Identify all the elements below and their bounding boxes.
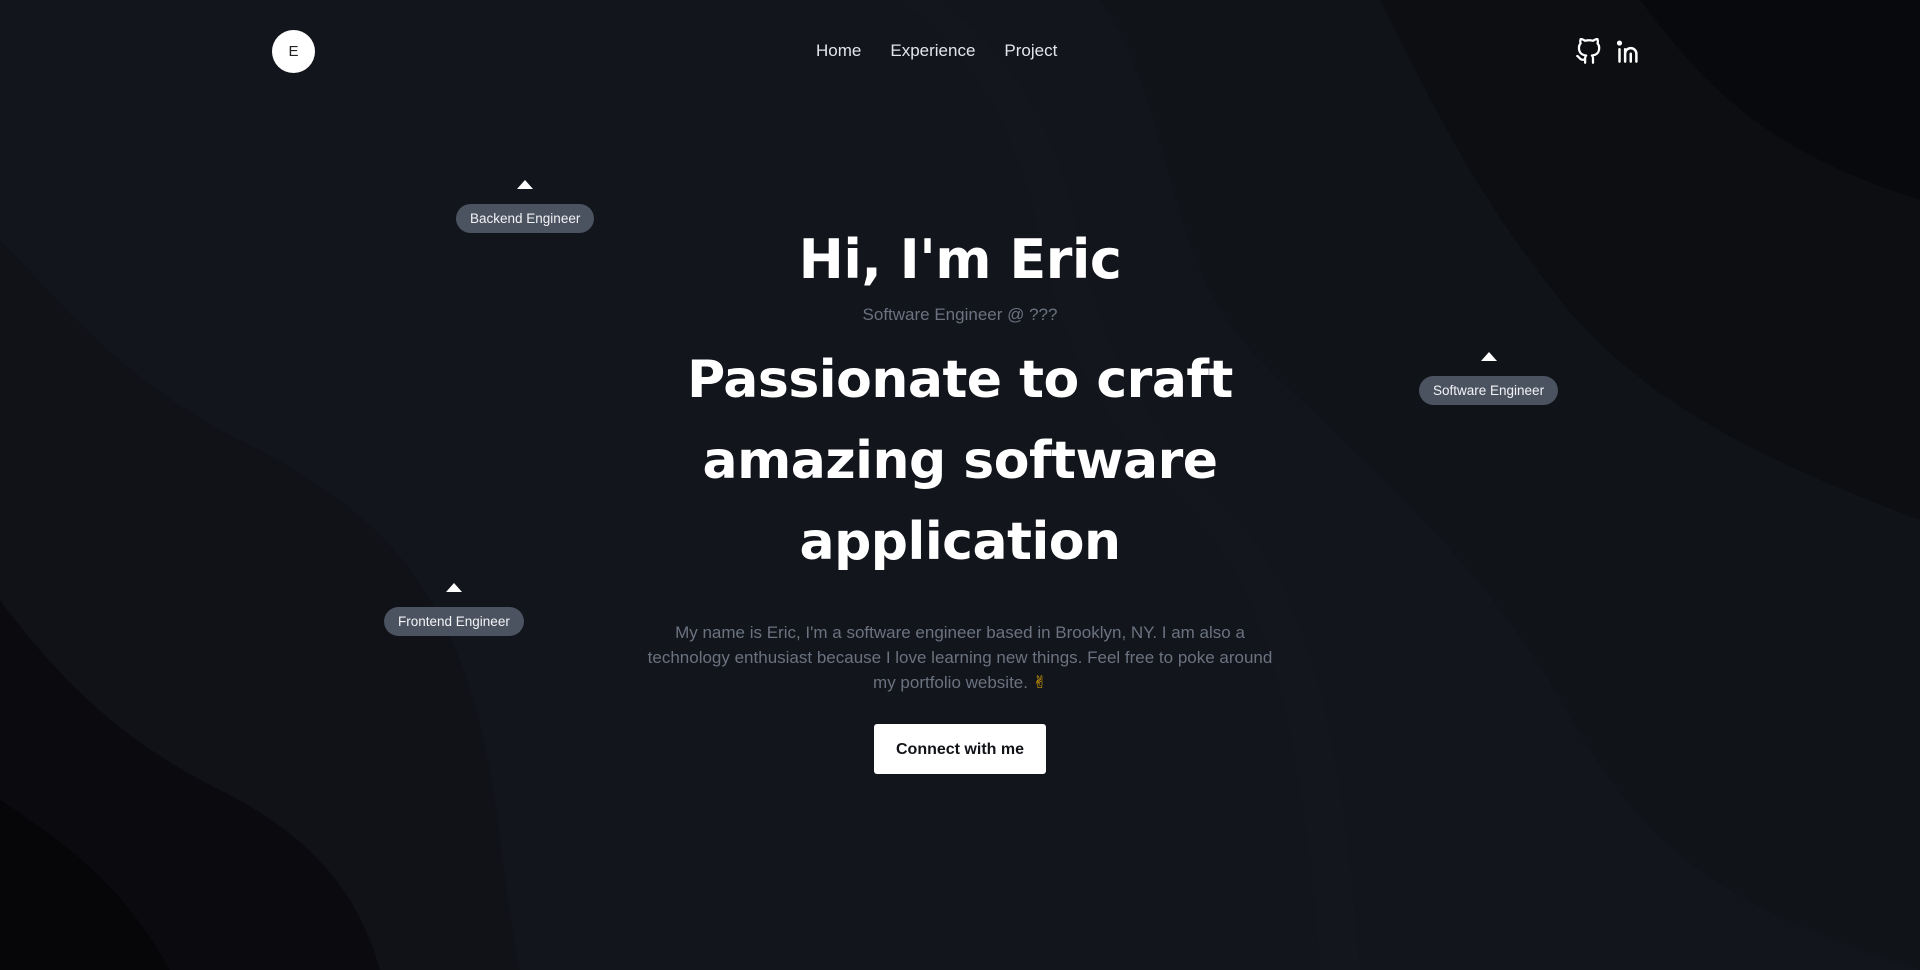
- main-nav: Home Experience Project: [816, 40, 1057, 62]
- software-engineer-tag: Software Engineer: [1419, 352, 1559, 405]
- connect-button[interactable]: Connect with me: [874, 724, 1046, 774]
- headline-line: application: [799, 512, 1121, 572]
- logo-letter: E: [288, 43, 299, 60]
- hero-section: Hi, I'm Eric Software Engineer @ ??? Pas…: [560, 228, 1360, 774]
- hero-description: My name is Eric, I'm a software engineer…: [640, 620, 1280, 695]
- logo-button[interactable]: E: [272, 30, 315, 73]
- linkedin-icon[interactable]: [1615, 38, 1642, 65]
- hero-title: Hi, I'm Eric: [798, 228, 1122, 291]
- tag-label: Frontend Engineer: [384, 607, 524, 636]
- pointer-arrow-icon: [517, 180, 534, 189]
- github-icon[interactable]: [1575, 38, 1602, 65]
- frontend-engineer-tag: Frontend Engineer: [384, 583, 524, 636]
- headline-line: amazing software: [702, 431, 1219, 491]
- backend-engineer-tag: Backend Engineer: [456, 180, 595, 233]
- pointer-arrow-icon: [445, 583, 462, 592]
- hero-description-text: My name is Eric, I'm a software engineer…: [647, 623, 1273, 692]
- hero-headline: Passionate to craft amazing software app…: [560, 340, 1360, 583]
- headline-line: Passionate to craft: [687, 350, 1233, 410]
- nav-home-link[interactable]: Home: [816, 40, 861, 62]
- nav-project-link[interactable]: Project: [1004, 40, 1057, 62]
- pointer-arrow-icon: [1480, 352, 1497, 361]
- social-links: [1575, 38, 1642, 65]
- victory-hand-icon: ✌: [1032, 673, 1047, 692]
- hero-subtitle: Software Engineer @ ???: [862, 305, 1058, 324]
- nav-experience-link[interactable]: Experience: [890, 40, 975, 62]
- tag-label: Software Engineer: [1419, 376, 1559, 405]
